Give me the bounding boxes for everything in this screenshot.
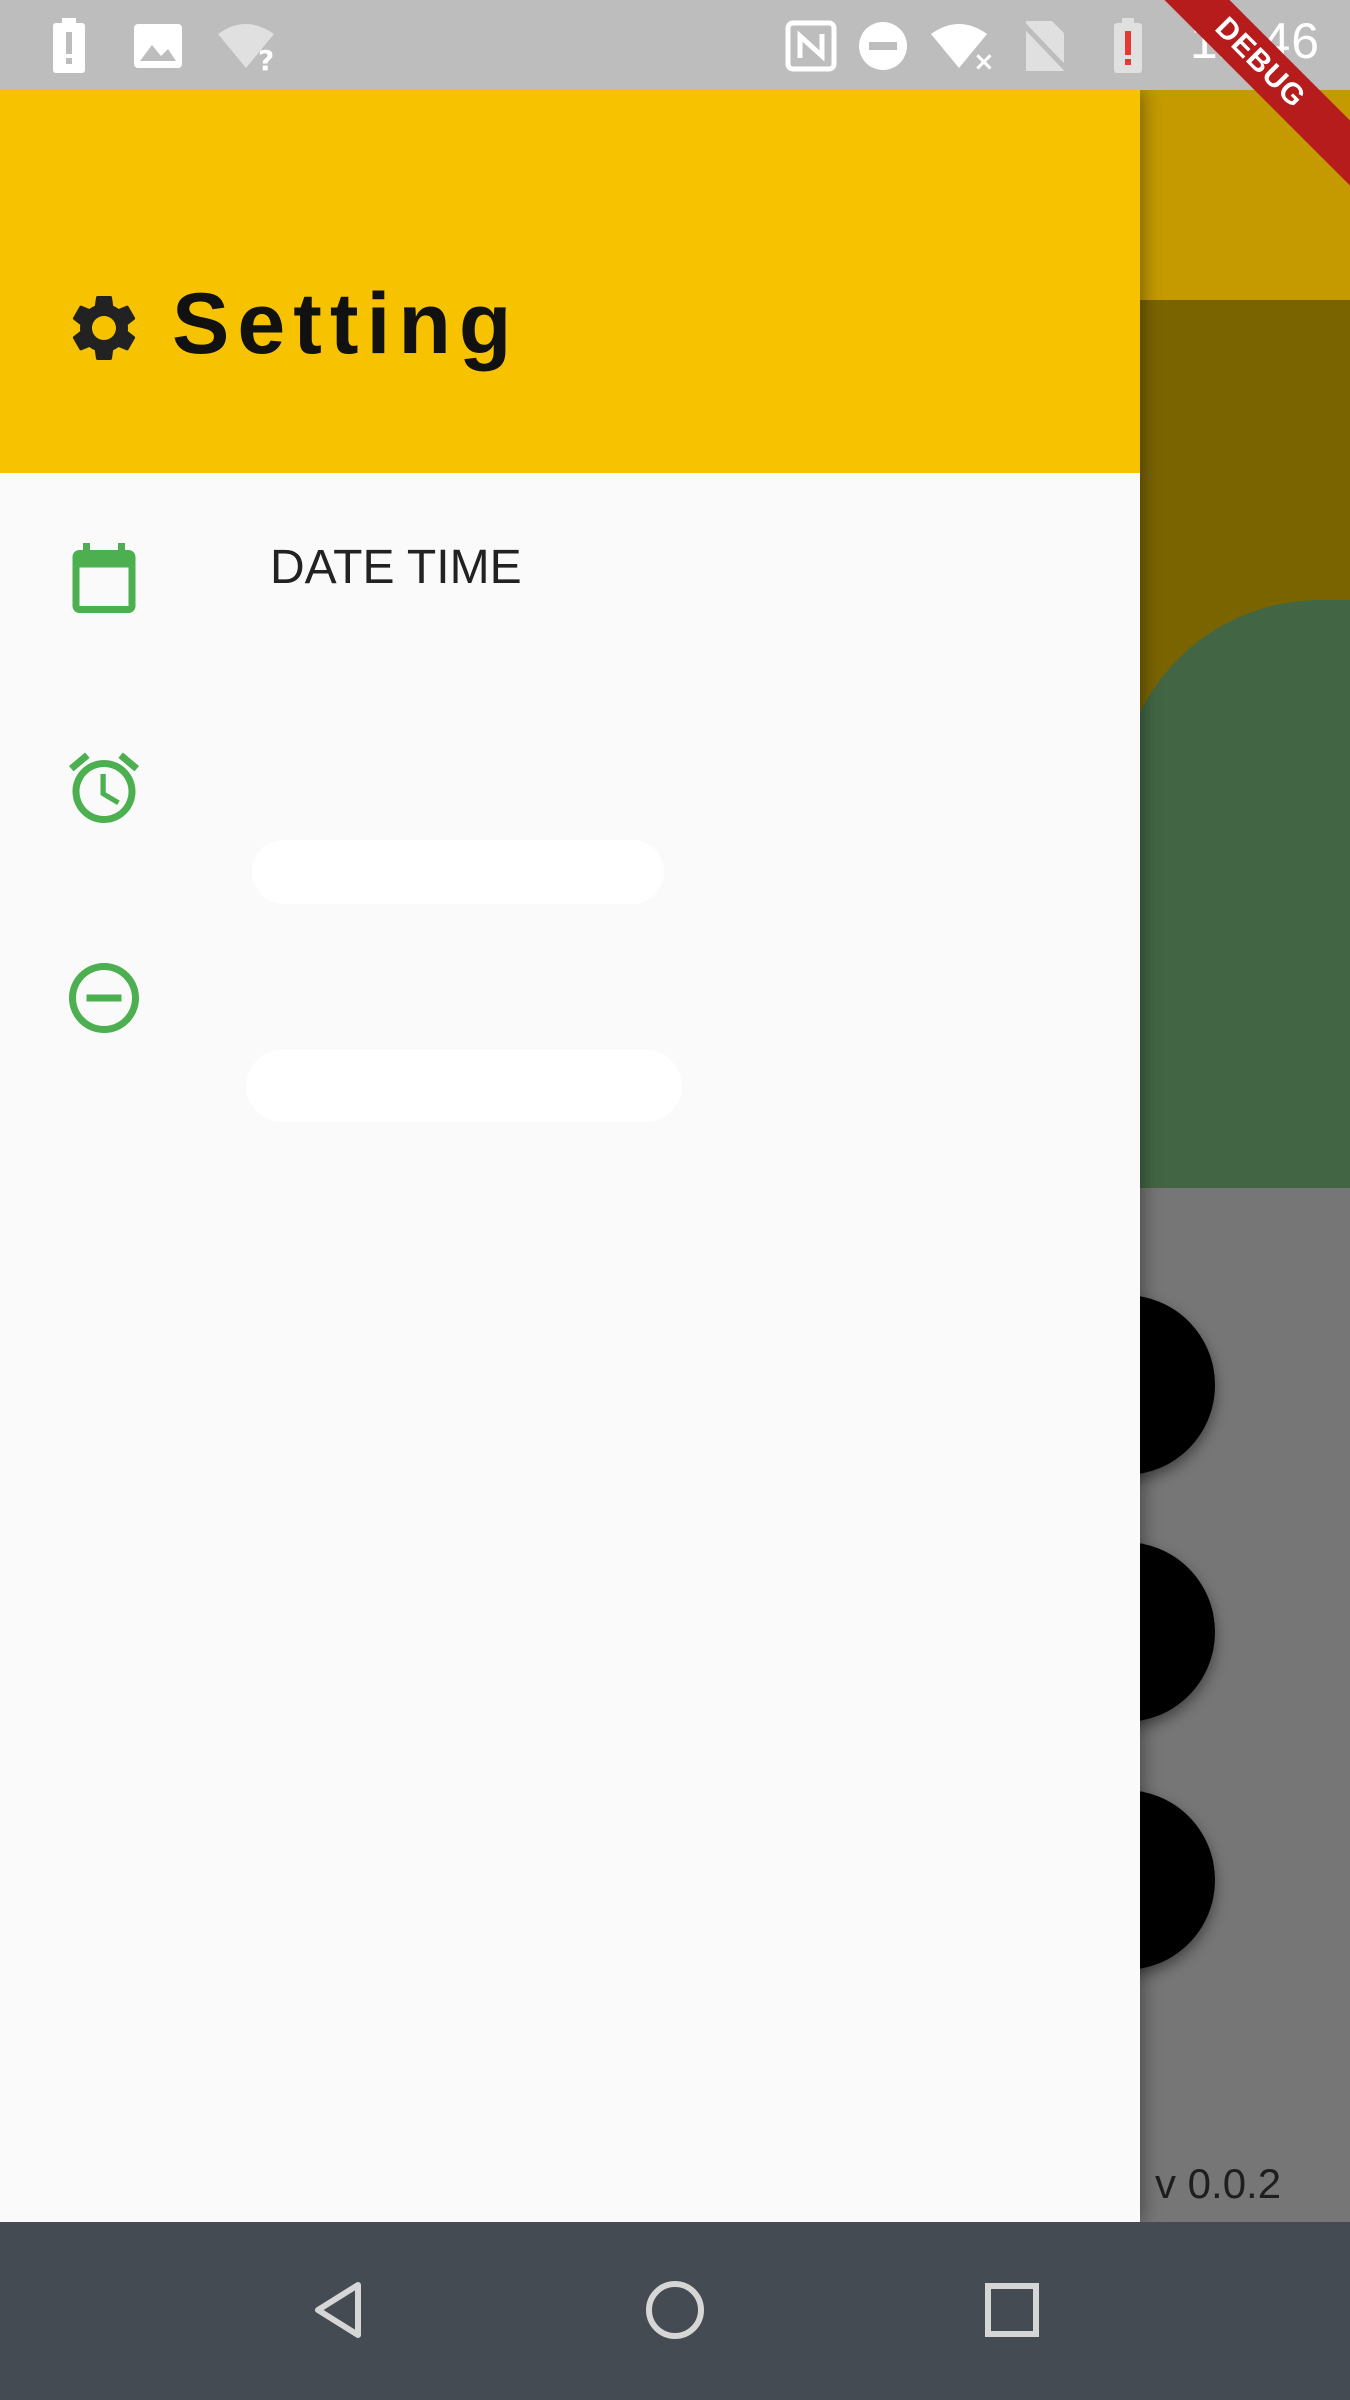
wifi-off-icon: × — [928, 18, 998, 74]
recents-icon[interactable] — [962, 2260, 1062, 2360]
alarm-icon — [62, 746, 146, 830]
back-icon[interactable] — [288, 2260, 388, 2360]
battery-alert-icon — [1110, 18, 1146, 74]
menu-item-alarm[interactable] — [0, 688, 1140, 904]
do-not-disturb-icon — [855, 18, 911, 74]
redacted-label — [246, 1050, 682, 1122]
battery-alert-icon — [46, 18, 92, 74]
image-icon — [130, 18, 186, 74]
gear-icon — [64, 288, 144, 368]
drawer-header: Setting — [0, 90, 1140, 473]
svg-text:×: × — [973, 47, 995, 72]
navigation-drawer: Setting DATE TIME — [0, 90, 1140, 2222]
system-nav-bar — [0, 2222, 1350, 2400]
svg-text:?: ? — [258, 44, 274, 72]
drawer-title: Setting — [172, 276, 520, 372]
home-icon[interactable] — [625, 2260, 725, 2360]
menu-item-label: DATE TIME — [270, 541, 522, 594]
version-label: v 0.0.2 — [1155, 2160, 1282, 2207]
redacted-label — [252, 840, 664, 904]
menu-item-date-time[interactable]: DATE TIME — [0, 478, 1140, 678]
wifi-unknown-icon: ? — [215, 18, 281, 74]
status-bar: ? × 12:46 — [0, 0, 1350, 90]
nfc-icon — [783, 18, 839, 74]
no-sim-icon — [1020, 18, 1070, 74]
calendar-icon — [62, 536, 146, 620]
menu-item-disable[interactable] — [0, 898, 1140, 1122]
minus-circle-icon — [62, 956, 146, 1040]
